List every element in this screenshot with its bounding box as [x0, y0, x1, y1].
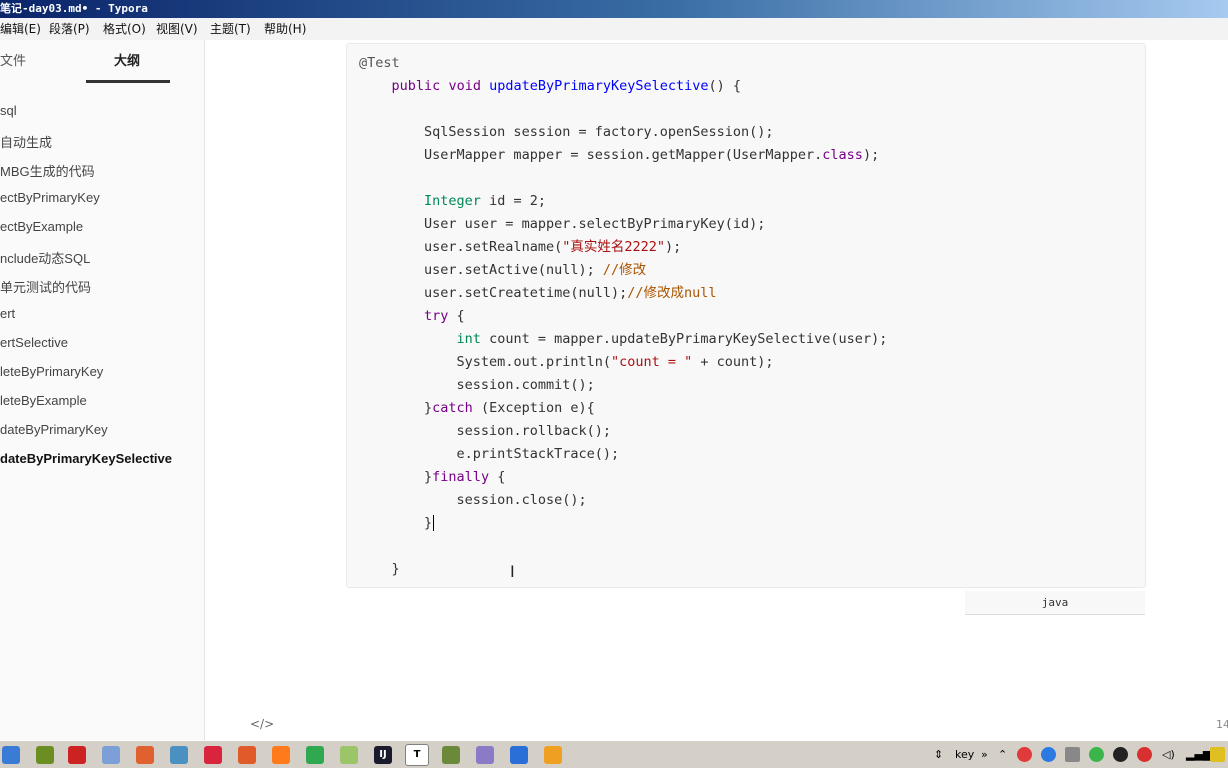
terminal-icon[interactable]	[476, 746, 494, 764]
tray-app-icon[interactable]	[1137, 747, 1152, 762]
code-line: user.setRealname("真实姓名2222");	[424, 239, 682, 255]
menu-bar: 编辑(E) 段落(P) 格式(O) 视图(V) 主题(T) 帮助(H)	[0, 18, 1228, 40]
title-bar: 笔记-day03.md• - Typora	[0, 0, 1228, 18]
code-line: session.commit();	[456, 377, 595, 393]
code-line: Integer id = 2;	[424, 193, 546, 209]
intellij-icon[interactable]: IJ	[374, 746, 392, 764]
code-line: user.setActive(null); //修改	[424, 262, 647, 278]
active-tab-indicator	[86, 80, 170, 83]
sidebar: 文件 大纲 sql 自动生成 MBG生成的代码 ectByPrimaryKey …	[0, 40, 205, 740]
menu-theme[interactable]: 主题(T)	[210, 18, 251, 40]
wechat-icon[interactable]	[1089, 747, 1104, 762]
tray-app-icon[interactable]	[1041, 747, 1056, 762]
network-icon[interactable]	[170, 746, 188, 764]
volume-icon[interactable]: ◁)	[1162, 748, 1175, 761]
menu-format[interactable]: 格式(O)	[103, 18, 146, 40]
outline-item[interactable]: 自动生成	[0, 132, 52, 151]
tray-up-icon[interactable]: ⌃	[998, 748, 1007, 761]
code-line: System.out.println("count = " + count);	[456, 354, 774, 370]
folder-icon[interactable]	[340, 746, 358, 764]
file-manager-icon[interactable]	[2, 746, 20, 764]
tool-icon[interactable]	[510, 746, 528, 764]
code-line: }finally {	[424, 469, 506, 485]
keyboard-icon[interactable]: ⇕	[934, 748, 943, 761]
outline-item[interactable]: nclude动态SQL	[0, 248, 90, 267]
code-line: user.setCreatetime(null);//修改成null	[424, 285, 717, 301]
tray-app-icon[interactable]	[1065, 747, 1080, 762]
media-icon[interactable]	[544, 746, 562, 764]
source-code-mode-icon[interactable]: </>	[250, 717, 274, 731]
code-line: @Test	[359, 55, 400, 71]
code-line: }catch (Exception e){	[424, 400, 595, 416]
office-icon[interactable]	[68, 746, 86, 764]
tray-expand-icon[interactable]: »	[981, 748, 988, 761]
taskbar: IJ T ⇕ key » ⌃ ◁) ▂▄▆	[0, 740, 1228, 768]
outline-item[interactable]: ectByPrimaryKey	[0, 190, 100, 205]
ibeam-cursor-icon: I	[510, 562, 515, 581]
menu-edit[interactable]: 编辑(E)	[0, 18, 41, 40]
code-line: public void updateByPrimaryKeySelective(…	[391, 78, 742, 94]
code-language-input[interactable]: java	[965, 591, 1145, 615]
menu-help[interactable]: 帮助(H)	[264, 18, 306, 40]
tray-app-icon[interactable]	[1017, 747, 1032, 762]
outline-item[interactable]: ectByExample	[0, 219, 83, 234]
word-count[interactable]: 14	[1216, 718, 1228, 731]
code-line: session.rollback();	[456, 423, 611, 439]
input-method-indicator[interactable]: key	[955, 748, 974, 761]
chrome-icon[interactable]	[306, 746, 324, 764]
editor: @Test public void updateByPrimaryKeySele…	[206, 40, 1228, 740]
outline-item[interactable]: leteByPrimaryKey	[0, 364, 103, 379]
notepad-plus-icon[interactable]	[442, 746, 460, 764]
window-title: 笔记-day03.md• - Typora	[0, 2, 148, 15]
outline-item[interactable]: 单元测试的代码	[0, 277, 91, 296]
code-line: try {	[424, 308, 465, 324]
code-line: session.close();	[456, 492, 587, 508]
notepad-icon[interactable]	[36, 746, 54, 764]
tray-app-icon[interactable]	[1210, 747, 1225, 762]
code-line: e.printStackTrace();	[456, 446, 620, 462]
code-block[interactable]: @Test public void updateByPrimaryKeySele…	[346, 43, 1146, 588]
outline-item-active[interactable]: dateByPrimaryKeySelective	[0, 451, 172, 466]
snipping-icon[interactable]	[136, 746, 154, 764]
outline-item[interactable]: ertSelective	[0, 335, 68, 350]
network-signal-icon[interactable]: ▂▄▆	[1186, 748, 1211, 761]
tab-files[interactable]: 文件	[0, 50, 26, 69]
code-line: SqlSession session = factory.openSession…	[424, 124, 774, 140]
qq-icon[interactable]	[1113, 747, 1128, 762]
typora-icon[interactable]: T	[405, 744, 429, 766]
firefox-icon[interactable]	[272, 746, 290, 764]
outline-item[interactable]: MBG生成的代码	[0, 161, 95, 180]
tab-outline[interactable]: 大纲	[114, 50, 140, 69]
outline-item[interactable]: sql	[0, 103, 17, 118]
text-caret	[433, 515, 435, 531]
code-line: }	[424, 515, 435, 531]
music-icon[interactable]	[204, 746, 222, 764]
outline-item[interactable]: leteByExample	[0, 393, 87, 408]
browser-icon[interactable]	[238, 746, 256, 764]
menu-view[interactable]: 视图(V)	[156, 18, 198, 40]
code-line: int count = mapper.updateByPrimaryKeySel…	[456, 331, 888, 347]
paint-icon[interactable]	[102, 746, 120, 764]
sidebar-footer: <	[0, 712, 204, 740]
outline-item[interactable]: ert	[0, 306, 15, 321]
code-line: User user = mapper.selectByPrimaryKey(id…	[424, 216, 766, 232]
menu-paragraph[interactable]: 段落(P)	[49, 18, 90, 40]
code-line: UserMapper mapper = session.getMapper(Us…	[424, 147, 880, 163]
typora-window: 笔记-day03.md• - Typora 编辑(E) 段落(P) 格式(O) …	[0, 0, 1228, 768]
code-line: }	[391, 561, 400, 577]
outline-item[interactable]: dateByPrimaryKey	[0, 422, 108, 437]
